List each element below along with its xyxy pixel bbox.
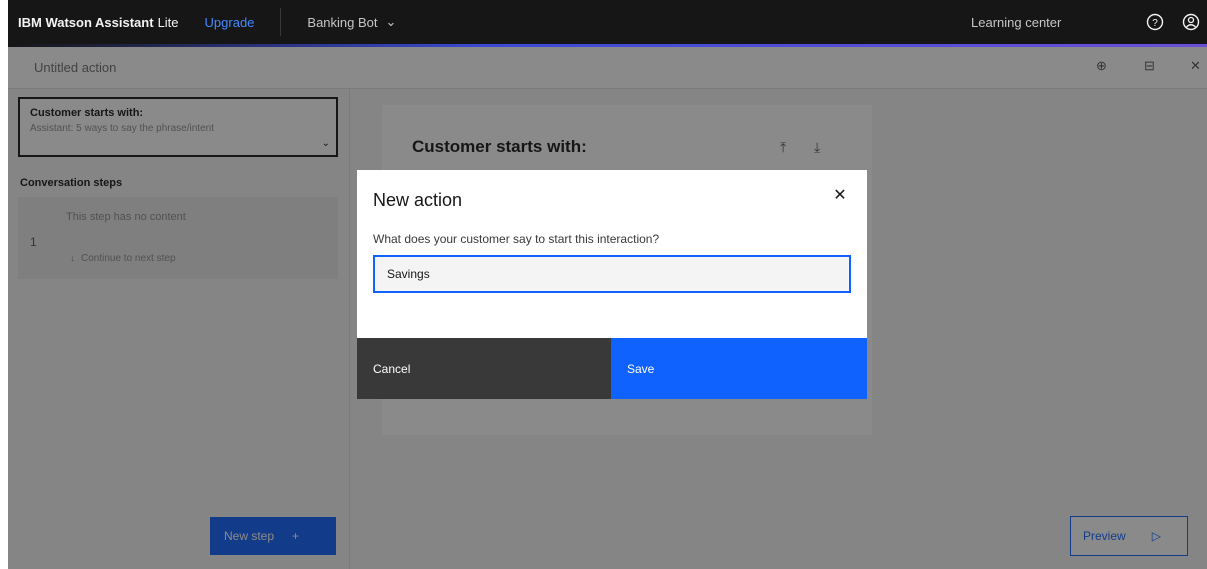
- learning-center-link[interactable]: Learning center: [971, 15, 1061, 30]
- modal-title: New action: [373, 190, 463, 210]
- modal-question-label: What does your customer say to start thi…: [373, 232, 660, 246]
- upgrade-link[interactable]: Upgrade: [205, 15, 255, 30]
- cancel-button[interactable]: Cancel: [357, 338, 611, 399]
- page-edge: [0, 0, 8, 569]
- product-name: IBM Watson Assistant Lite: [18, 14, 179, 30]
- assistant-name: Banking Bot: [307, 14, 378, 30]
- customer-phrase-input[interactable]: [373, 255, 851, 293]
- user-profile-icon[interactable]: [1180, 11, 1202, 33]
- plan-label: Lite: [157, 14, 179, 30]
- chevron-down-icon: ⌄: [385, 14, 397, 29]
- topbar-divider: [280, 8, 282, 36]
- new-action-modal: New action ✕ What does your customer say…: [357, 170, 867, 399]
- help-icon[interactable]: ?: [1144, 11, 1166, 33]
- close-icon[interactable]: ✕: [829, 184, 851, 206]
- top-navigation-bar: IBM Watson Assistant Lite Upgrade Banking…: [8, 0, 1207, 44]
- svg-text:?: ?: [1152, 18, 1158, 29]
- assistant-switcher[interactable]: Banking Bot ⌄: [307, 14, 396, 30]
- save-button[interactable]: Save: [611, 338, 867, 399]
